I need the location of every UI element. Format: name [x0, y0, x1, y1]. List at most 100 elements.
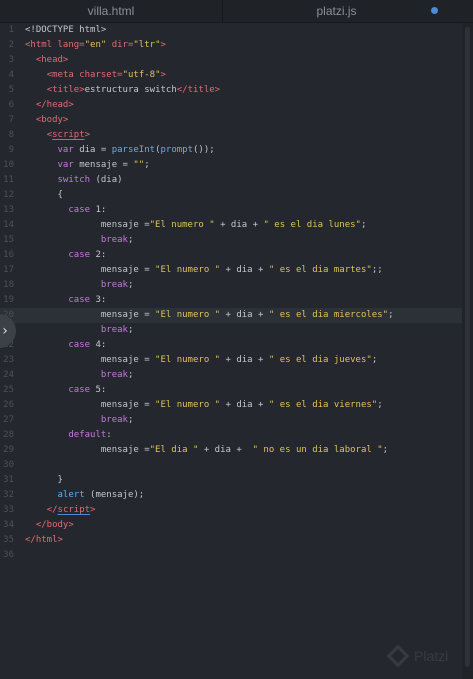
code-token: mensaje =	[25, 355, 156, 365]
line-number: 5	[8, 85, 14, 95]
line-number: 16	[3, 250, 14, 260]
code-editor[interactable]: 1 <!DOCTYPE html> 2 <html lang="en" dir="lt…	[0, 23, 462, 679]
code-line[interactable]: 28 default:	[0, 428, 462, 443]
code-token: 5:	[90, 385, 107, 395]
code-token: }	[25, 475, 63, 485]
code-line[interactable]: 24 break;	[0, 368, 462, 383]
code-token: + dia +	[214, 220, 264, 230]
code-text: case 4:	[25, 338, 106, 353]
code-token: mensaje =	[25, 400, 156, 410]
code-token: break	[100, 280, 128, 290]
code-token: <title>	[46, 85, 85, 95]
code-token: mensaje =	[25, 310, 156, 320]
code-text: <script>	[25, 128, 90, 143]
line-number: 27	[3, 415, 14, 425]
code-token: " es el dia viernes"	[268, 400, 378, 410]
line-number: 6	[8, 100, 14, 110]
code-line[interactable]: 36	[0, 548, 462, 563]
code-line[interactable]: 10 var mensaje = "";	[0, 158, 462, 173]
line-number: 28	[3, 430, 14, 440]
code-line[interactable]: 32 alert (mensaje);	[0, 488, 462, 503]
code-token: + dia +	[220, 355, 269, 365]
code-token: 4:	[90, 340, 107, 350]
code-line[interactable]: 18 break;	[0, 278, 462, 293]
code-line[interactable]: 31 }	[0, 473, 462, 488]
line-number: 12	[3, 190, 14, 200]
code-line[interactable]: 12 {	[0, 188, 462, 203]
code-line[interactable]: 16 case 2:	[0, 248, 462, 263]
code-token: " es el dia miercoles"	[268, 310, 389, 320]
vertical-scrollbar[interactable]	[462, 23, 473, 679]
code-line[interactable]: 26 mensaje = "El numero " + dia + " es e…	[0, 398, 462, 413]
code-token: mensaje =	[25, 220, 150, 230]
code-token: case	[68, 250, 91, 260]
code-token: dia =	[73, 145, 112, 155]
code-line[interactable]: 4 <meta charset="utf-8">	[0, 68, 462, 83]
code-line[interactable]: 13 case 1:	[0, 203, 462, 218]
code-token: case	[68, 295, 91, 305]
line-number: 17	[3, 265, 14, 275]
code-line[interactable]: 7 <body>	[0, 113, 462, 128]
code-line[interactable]: 19 case 3:	[0, 293, 462, 308]
code-line[interactable]: 25 case 5:	[0, 383, 462, 398]
code-line[interactable]: 33 </script>	[0, 503, 462, 518]
code-line[interactable]: 22 case 4:	[0, 338, 462, 353]
code-token: case	[68, 205, 91, 215]
code-line[interactable]: 15 break;	[0, 233, 462, 248]
code-line[interactable]: 35 </html>	[0, 533, 462, 548]
code-text: }	[25, 473, 63, 488]
code-token: lang=	[52, 40, 85, 50]
code-token: >	[160, 70, 166, 80]
code-text: var mensaje = "";	[25, 158, 150, 173]
code-text: mensaje ="El dia " + dia + " no es un di…	[25, 443, 388, 458]
code-line[interactable]: 23 mensaje = "El numero " + dia + " es e…	[0, 353, 462, 368]
code-line[interactable]: 17 mensaje = "El numero " + dia + " es e…	[0, 263, 462, 278]
code-token: script	[57, 505, 91, 515]
platzi-watermark: Platzi	[386, 644, 470, 670]
code-line[interactable]: 30	[0, 458, 462, 473]
code-token: "utf-8"	[122, 70, 161, 80]
tab-villa-html[interactable]: villa.html	[0, 0, 223, 22]
code-token: "El numero "	[155, 265, 221, 275]
code-token: (dia)	[90, 175, 123, 185]
tab-platzi-js[interactable]: platzi.js	[223, 0, 450, 22]
line-number: 23	[3, 355, 14, 365]
line-number: 10	[3, 160, 14, 170]
code-token: ;	[127, 415, 134, 425]
code-token: script	[52, 130, 85, 140]
code-token: ;	[127, 370, 134, 380]
code-line[interactable]: 20 mensaje = "El numero " + dia + " es e…	[0, 308, 462, 323]
code-line[interactable]: 11 switch (dia)	[0, 173, 462, 188]
code-text: <meta charset="utf-8">	[25, 68, 166, 83]
code-line[interactable]: 29 mensaje ="El dia " + dia + " no es un…	[0, 443, 462, 458]
code-token: 3:	[90, 295, 107, 305]
code-line[interactable]: 34 </body>	[0, 518, 462, 533]
code-token: {	[25, 190, 63, 200]
code-token: </title>	[176, 85, 221, 95]
scrollbar-thumb[interactable]	[465, 27, 470, 667]
code-line[interactable]: 1 <!DOCTYPE html>	[0, 23, 462, 38]
code-text: <body>	[25, 113, 69, 128]
code-token: "ltr"	[133, 40, 161, 50]
code-line[interactable]: 21 break;	[0, 323, 462, 338]
code-text: break;	[25, 368, 134, 383]
line-number: 24	[3, 370, 14, 380]
code-line[interactable]: 2 <html lang="en" dir="ltr">	[0, 38, 462, 53]
code-line[interactable]: 27 break;	[0, 413, 462, 428]
code-line[interactable]: 8 <script>	[0, 128, 462, 143]
code-token: "en"	[84, 40, 107, 50]
code-line[interactable]: 14 mensaje ="El numero " + dia + " es el…	[0, 218, 462, 233]
code-line[interactable]: 3 <head>	[0, 53, 462, 68]
code-token: "El dia "	[149, 445, 199, 455]
code-line[interactable]: 6 </head>	[0, 98, 462, 113]
line-number: 25	[3, 385, 14, 395]
code-line[interactable]: 9 var dia = parseInt(prompt());	[0, 143, 462, 158]
code-line[interactable]: 5 <title>estructura switch</title>	[0, 83, 462, 98]
